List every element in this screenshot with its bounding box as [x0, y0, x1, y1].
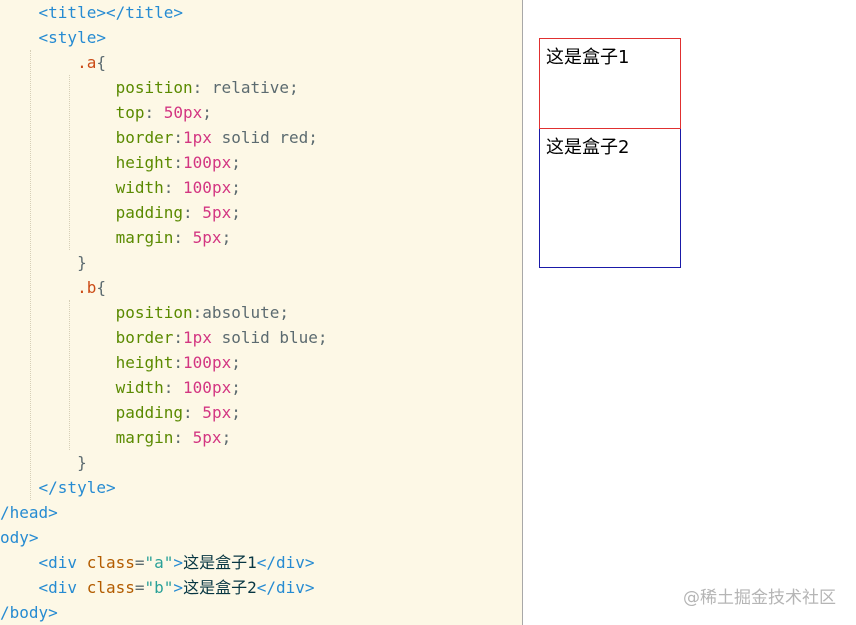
code-line-close-b: }	[77, 453, 87, 472]
code-line-declaration: border:1px solid blue;	[0, 325, 328, 350]
css-number: 100	[183, 353, 212, 372]
css-number: 5	[202, 403, 212, 422]
css-property: position	[115, 78, 193, 97]
css-separator: :	[183, 403, 203, 422]
css-unit: px	[202, 228, 222, 247]
code-line-selector-a: .a{	[77, 53, 106, 72]
css-number: 1	[183, 328, 193, 347]
css-property: height	[115, 153, 174, 172]
css-number: 5	[202, 203, 212, 222]
css-property: padding	[115, 203, 184, 222]
css-semicolon: ;	[231, 178, 241, 197]
css-semicolon: ;	[231, 353, 241, 372]
css-separator: :	[163, 378, 184, 397]
css-value: solid red;	[211, 128, 318, 147]
css-unit: px	[211, 353, 232, 372]
css-property: border	[115, 128, 174, 147]
css-semicolon: ;	[231, 378, 241, 397]
code-line-body-close: /body>	[0, 603, 58, 622]
css-number: 50	[163, 103, 184, 122]
box-2: 这是盒子2	[539, 128, 681, 268]
code-line-declaration: border:1px solid red;	[0, 125, 318, 150]
code-line-head-close: /head>	[0, 503, 58, 522]
css-separator: :	[173, 128, 184, 147]
css-unit: px	[211, 153, 232, 172]
code-line-declaration: padding: 5px;	[0, 200, 241, 225]
css-number: 100	[183, 378, 212, 397]
css-separator: :	[173, 153, 184, 172]
code-line-declaration: height:100px;	[0, 150, 241, 175]
css-unit: px	[211, 203, 232, 222]
code-line-declaration: width: 100px;	[0, 175, 241, 200]
css-semicolon: ;	[231, 153, 241, 172]
css-property: padding	[115, 403, 184, 422]
css-separator: :	[192, 303, 203, 322]
css-unit: px	[183, 103, 203, 122]
code-line-body-open: ody>	[0, 528, 39, 547]
code-line-close-a: }	[77, 253, 87, 272]
css-separator: :	[183, 203, 203, 222]
css-property: top	[115, 103, 145, 122]
code-editor[interactable]: <title></title> <style> .a{ position: re…	[0, 0, 522, 625]
box-1: 这是盒子1	[539, 38, 681, 129]
css-property: width	[115, 378, 164, 397]
css-unit: px	[202, 428, 222, 447]
css-semicolon: ;	[221, 428, 232, 447]
css-separator: :	[192, 78, 212, 97]
code-line-declaration: padding: 5px;	[0, 400, 241, 425]
code-line-declaration: margin: 5px;	[0, 225, 232, 250]
code-line-div-b: <div class="b">这是盒子2</div>	[38, 578, 315, 597]
box-2-label: 这是盒子2	[546, 137, 630, 158]
css-property: margin	[115, 428, 174, 447]
watermark: @稀土掘金技术社区	[683, 588, 836, 608]
code-line-style-open: <style>	[38, 28, 106, 47]
css-property: margin	[115, 228, 174, 247]
css-semicolon: ;	[231, 403, 241, 422]
css-number: 5	[192, 228, 203, 247]
css-property: border	[115, 328, 174, 347]
css-property: width	[115, 178, 164, 197]
code-line-declaration: position: relative;	[0, 75, 299, 100]
css-unit: px	[192, 128, 212, 147]
css-unit: px	[192, 328, 212, 347]
code-line-declaration: width: 100px;	[0, 375, 241, 400]
css-value: solid blue;	[211, 328, 328, 347]
css-semicolon: ;	[231, 203, 241, 222]
code-line-declaration: top: 50px;	[0, 100, 212, 125]
css-separator: :	[173, 328, 184, 347]
css-separator: :	[163, 178, 184, 197]
css-separator: :	[173, 428, 193, 447]
css-unit: px	[211, 178, 232, 197]
css-semicolon: ;	[221, 228, 232, 247]
css-value: relative;	[211, 78, 299, 97]
css-number: 5	[192, 428, 203, 447]
css-separator: :	[173, 228, 193, 247]
css-separator: :	[144, 103, 164, 122]
css-semicolon: ;	[202, 103, 212, 122]
css-number: 100	[183, 178, 212, 197]
css-number: 100	[183, 153, 212, 172]
css-property: height	[115, 353, 174, 372]
code-line-div-a: <div class="a">这是盒子1</div>	[38, 553, 315, 572]
css-number: 1	[183, 128, 193, 147]
css-property: position	[115, 303, 193, 322]
code-line-style-close: </style>	[38, 478, 116, 497]
css-unit: px	[211, 378, 232, 397]
css-value: absolute;	[202, 303, 289, 322]
code-line-declaration: position:absolute;	[0, 300, 289, 325]
css-unit: px	[211, 403, 232, 422]
code-line-selector-b: .b{	[77, 278, 106, 297]
box-1-label: 这是盒子1	[546, 47, 630, 68]
code-line-declaration: height:100px;	[0, 350, 241, 375]
code-line-title: <title></title>	[38, 3, 184, 22]
css-separator: :	[173, 353, 184, 372]
code-line-declaration: margin: 5px;	[0, 425, 232, 450]
